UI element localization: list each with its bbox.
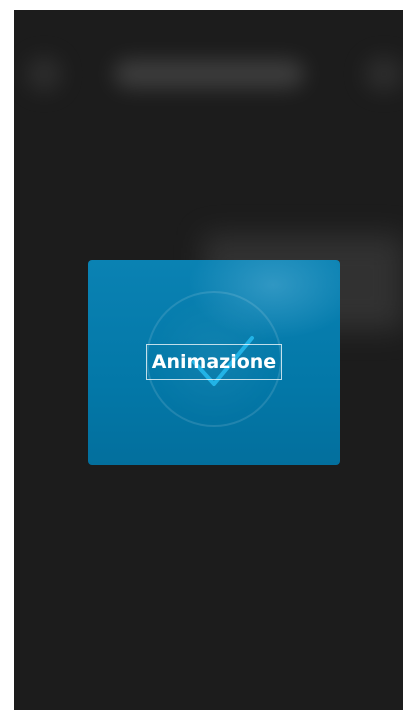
animation-dialog: Animazione (88, 260, 340, 465)
app-screen: Animazione (14, 10, 403, 710)
blurred-menu-button (364, 56, 403, 92)
blurred-toolbar (14, 38, 403, 108)
blurred-title (114, 60, 304, 88)
blurred-back-button (26, 56, 62, 92)
animation-title: Animazione (146, 344, 282, 380)
